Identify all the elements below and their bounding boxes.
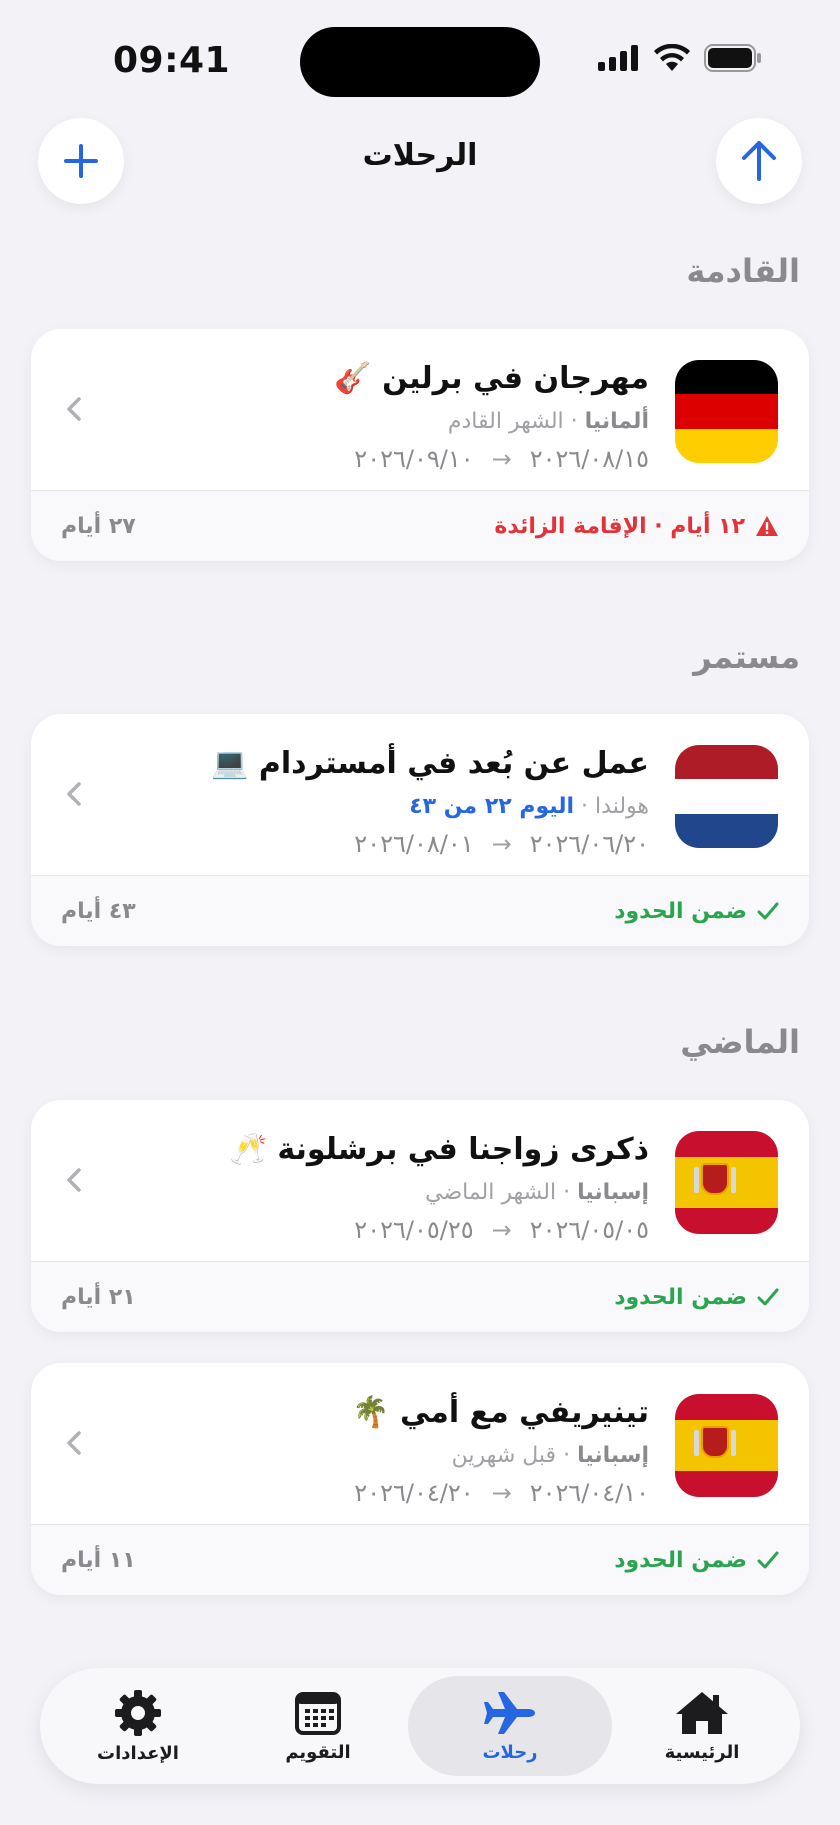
meta-separator: · bbox=[570, 409, 578, 434]
trip-duration: ١١ أيام bbox=[61, 1547, 136, 1573]
trip-relative-time: الشهر الماضي bbox=[425, 1180, 557, 1205]
trip-relative-time: قبل شهرين bbox=[451, 1443, 557, 1468]
trip-start-date: ٢٠٢٦/٠٨/١٥ bbox=[529, 445, 649, 473]
trip-meta: إسبانيا · الشهر الماضي bbox=[425, 1180, 649, 1205]
status-bar: 09:41 bbox=[0, 0, 840, 120]
trip-country: إسبانيا bbox=[577, 1443, 649, 1468]
date-arrow: → bbox=[491, 1479, 512, 1507]
checkmark-icon bbox=[757, 902, 779, 920]
wifi-icon bbox=[654, 44, 690, 71]
checkmark-icon bbox=[757, 1551, 779, 1569]
meta-separator: · bbox=[563, 1180, 571, 1205]
checkmark-icon bbox=[757, 1288, 779, 1306]
trip-dates: ٢٠٢٦/٠٤/١٠ → ٢٠٢٦/٠٤/٢٠ bbox=[354, 1479, 649, 1507]
trip-card[interactable]: ذكرى زواجنا في برشلونة 🥂 إسبانيا · الشهر… bbox=[31, 1100, 809, 1332]
page-title: الرحلات bbox=[362, 138, 478, 173]
trip-relative-time: الشهر القادم bbox=[447, 409, 564, 434]
trip-duration: ٢٧ أيام bbox=[61, 513, 136, 539]
status-text: ١٢ أيام · الإقامة الزائدة bbox=[494, 513, 745, 539]
trip-title: مهرجان في برلين 🎸 bbox=[334, 361, 649, 396]
gear-icon bbox=[115, 1689, 161, 1736]
spain-flag-icon bbox=[675, 1131, 778, 1234]
section-title-ongoing: مستمر bbox=[693, 638, 800, 676]
status-text: ضمن الحدود bbox=[614, 1284, 747, 1310]
trip-card[interactable]: تينيريفي مع أمي 🌴 إسبانيا · قبل شهرين ٢٠… bbox=[31, 1363, 809, 1595]
status-time: 09:41 bbox=[113, 40, 231, 81]
chevron-left-icon bbox=[67, 782, 81, 806]
tab-settings-label: الإعدادات bbox=[97, 1742, 179, 1764]
share-button[interactable] bbox=[716, 118, 802, 204]
trip-title: ذكرى زواجنا في برشلونة 🥂 bbox=[229, 1132, 649, 1167]
status-icons bbox=[598, 44, 762, 72]
trip-start-date: ٢٠٢٦/٠٥/٠٥ bbox=[529, 1216, 649, 1244]
calendar-icon bbox=[295, 1691, 341, 1735]
trip-country: ألمانيا bbox=[584, 409, 649, 434]
status-ok: ضمن الحدود bbox=[614, 1285, 779, 1310]
spain-flag-icon bbox=[675, 1394, 778, 1497]
meta-separator: · bbox=[581, 794, 589, 819]
trip-end-date: ٢٠٢٦/٠٨/٠١ bbox=[354, 830, 474, 858]
status-ok: ضمن الحدود bbox=[614, 899, 779, 924]
trip-meta: هولندا · اليوم ٢٢ من ٤٣ bbox=[409, 794, 649, 819]
trip-title: تينيريفي مع أمي 🌴 bbox=[352, 1395, 649, 1430]
status-text: ضمن الحدود bbox=[614, 1547, 747, 1573]
dynamic-island bbox=[300, 27, 540, 97]
section-title-upcoming: القادمة bbox=[686, 252, 800, 290]
tab-bar: الرئيسية رحلات التقويم الإعدادات bbox=[40, 1668, 800, 1784]
arrow-up-icon bbox=[742, 141, 776, 181]
trip-end-date: ٢٠٢٦/٠٤/٢٠ bbox=[354, 1479, 474, 1507]
trip-card[interactable]: عمل عن بُعد في أمستردام 💻 هولندا · اليوم… bbox=[31, 714, 809, 946]
tab-settings[interactable]: الإعدادات bbox=[48, 1676, 228, 1776]
trip-country: إسبانيا bbox=[577, 1180, 649, 1205]
date-arrow: → bbox=[491, 1216, 512, 1244]
warning-icon bbox=[756, 516, 778, 536]
airplane-icon bbox=[484, 1691, 535, 1734]
trip-progress: اليوم ٢٢ من ٤٣ bbox=[409, 794, 575, 819]
trip-dates: ٢٠٢٦/٠٦/٢٠ → ٢٠٢٦/٠٨/٠١ bbox=[354, 830, 649, 858]
tab-trips-label: رحلات bbox=[482, 1741, 538, 1763]
trip-meta: إسبانيا · قبل شهرين bbox=[452, 1443, 649, 1468]
trip-duration: ٢١ أيام bbox=[61, 1284, 136, 1310]
trip-card[interactable]: مهرجان في برلين 🎸 ألمانيا · الشهر القادم… bbox=[31, 329, 809, 561]
house-icon bbox=[676, 1691, 728, 1734]
trip-title: عمل عن بُعد في أمستردام 💻 bbox=[211, 746, 649, 781]
tab-trips[interactable]: رحلات bbox=[408, 1676, 612, 1776]
trip-dates: ٢٠٢٦/٠٨/١٥ → ٢٠٢٦/٠٩/١٠ bbox=[354, 445, 649, 473]
signal-icon bbox=[598, 45, 638, 71]
tab-home-label: الرئيسية bbox=[664, 1741, 740, 1763]
netherlands-flag-icon bbox=[675, 745, 778, 848]
section-title-past: الماضي bbox=[680, 1023, 800, 1061]
status-warning: ١٢ أيام · الإقامة الزائدة bbox=[494, 514, 779, 539]
trip-duration: ٤٣ أيام bbox=[61, 898, 136, 924]
tab-calendar[interactable]: التقويم bbox=[228, 1676, 408, 1776]
date-arrow: → bbox=[491, 445, 512, 473]
status-text: ضمن الحدود bbox=[614, 898, 747, 924]
tab-calendar-label: التقويم bbox=[285, 1741, 351, 1763]
chevron-left-icon bbox=[67, 397, 81, 421]
trip-country: هولندا bbox=[595, 794, 649, 819]
status-ok: ضمن الحدود bbox=[614, 1548, 779, 1573]
tab-home[interactable]: الرئيسية bbox=[612, 1676, 792, 1776]
chevron-left-icon bbox=[67, 1431, 81, 1455]
trip-start-date: ٢٠٢٦/٠٤/١٠ bbox=[529, 1479, 649, 1507]
date-arrow: → bbox=[491, 830, 512, 858]
trip-start-date: ٢٠٢٦/٠٦/٢٠ bbox=[529, 830, 649, 858]
battery-icon bbox=[704, 44, 761, 72]
germany-flag-icon bbox=[675, 360, 778, 463]
trip-dates: ٢٠٢٦/٠٥/٠٥ → ٢٠٢٦/٠٥/٢٥ bbox=[354, 1216, 649, 1244]
trip-end-date: ٢٠٢٦/٠٩/١٠ bbox=[354, 445, 474, 473]
trip-end-date: ٢٠٢٦/٠٥/٢٥ bbox=[354, 1216, 474, 1244]
chevron-left-icon bbox=[67, 1168, 81, 1192]
trip-meta: ألمانيا · الشهر القادم bbox=[448, 409, 649, 434]
meta-separator: · bbox=[563, 1443, 571, 1468]
